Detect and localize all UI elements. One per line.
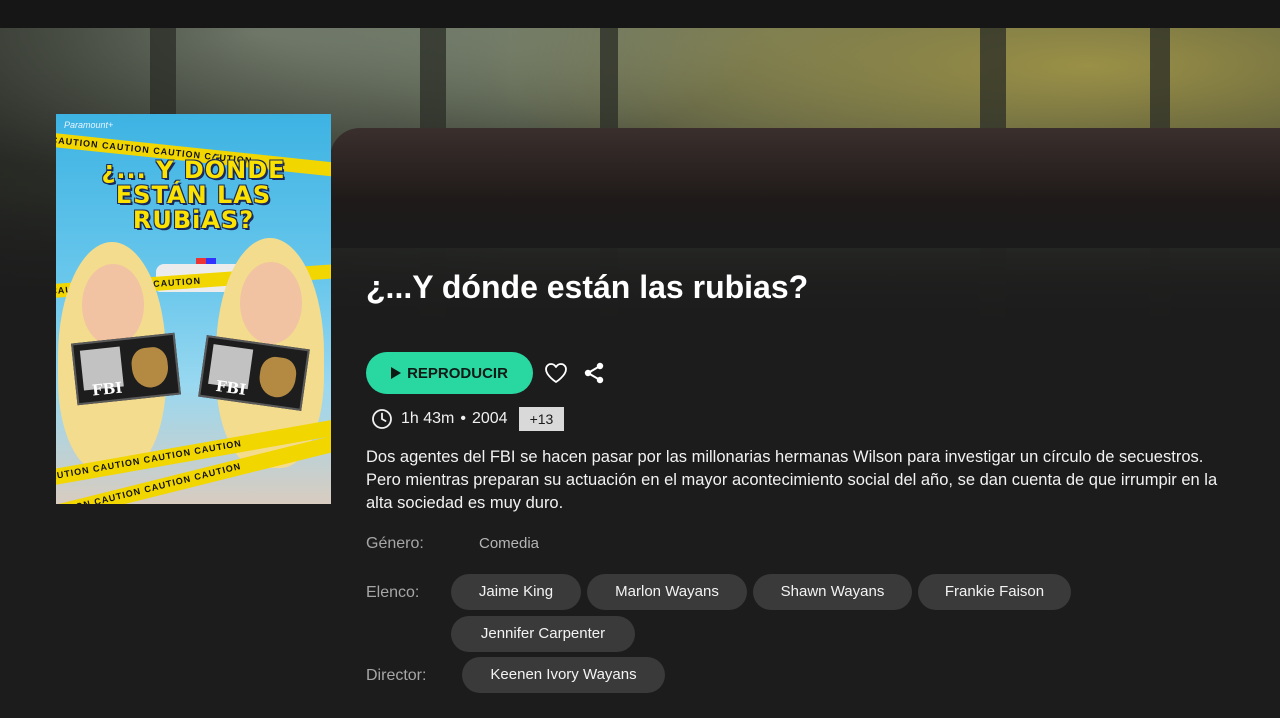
poster-title: ¿... Y DÓNDE ESTÁN LAS RUBiAS? bbox=[101, 156, 286, 234]
movie-meta: 1h 43m • 2004 +13 bbox=[371, 406, 565, 432]
play-button-label: REPRODUCIR bbox=[407, 364, 508, 382]
poster-badge-right: FBI bbox=[198, 335, 310, 411]
play-button[interactable]: REPRODUCIR bbox=[366, 352, 533, 394]
page-title: ¿...Y dónde están las rubias? bbox=[366, 269, 809, 305]
play-icon bbox=[391, 367, 402, 379]
top-bar bbox=[0, 0, 1280, 28]
poster-face-left bbox=[82, 264, 144, 346]
favorite-button[interactable] bbox=[542, 359, 570, 387]
cast-chip[interactable]: Shawn Wayans bbox=[753, 574, 912, 610]
share-icon bbox=[584, 362, 604, 384]
movie-poster: Paramount+ CAUTION CAUTION CAUTION CAUTI… bbox=[56, 114, 331, 504]
duration: 1h 43m bbox=[401, 410, 455, 427]
cast-chip[interactable]: Marlon Wayans bbox=[587, 574, 747, 610]
synopsis: Dos agentes del FBI se hacen pasar por l… bbox=[366, 448, 1218, 512]
meta-separator: • bbox=[460, 410, 466, 427]
share-button[interactable] bbox=[580, 359, 608, 387]
genre-label: Género: bbox=[366, 535, 424, 552]
director-chip[interactable]: Keenen Ivory Wayans bbox=[462, 657, 665, 693]
cast-chip[interactable]: Frankie Faison bbox=[918, 574, 1071, 610]
poster-face-right bbox=[240, 262, 302, 344]
action-bar: REPRODUCIR bbox=[366, 352, 608, 394]
genre-value: Comedia bbox=[479, 535, 540, 552]
cast-chip[interactable]: Jennifer Carpenter bbox=[451, 616, 635, 652]
cast-label: Elenco: bbox=[366, 584, 420, 601]
release-year: 2004 bbox=[471, 410, 508, 427]
poster-badge-left: FBI bbox=[71, 332, 181, 406]
director-label: Director: bbox=[366, 667, 427, 684]
age-rating-badge: +13 bbox=[518, 407, 565, 431]
poster-brand: Paramount+ bbox=[64, 120, 114, 130]
cast-chip[interactable]: Jaime King bbox=[451, 574, 581, 610]
heart-icon bbox=[545, 363, 567, 383]
clock-icon bbox=[372, 409, 392, 429]
